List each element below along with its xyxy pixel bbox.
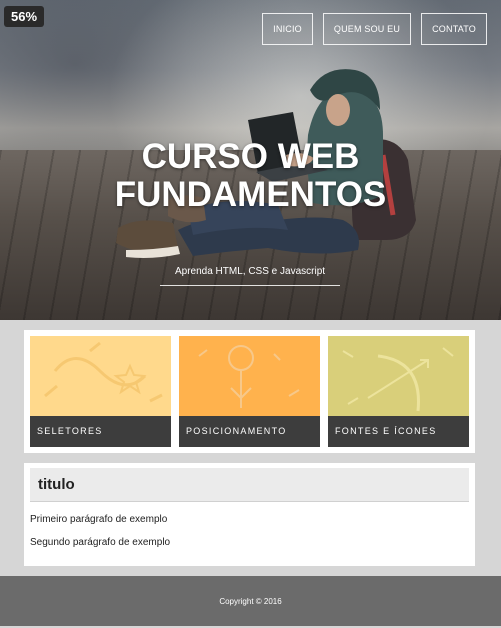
- card-label: POSICIONAMENTO: [179, 416, 320, 447]
- paragraph-2: Segundo parágrafo de exemplo: [30, 537, 171, 548]
- pin-icon: [179, 336, 320, 416]
- hero-banner: 56% INICIO QUEM SOU EU CONTATO CURSO WEB…: [0, 0, 501, 320]
- content-title: titulo: [30, 468, 469, 502]
- hero-title: CURSO WEB FUNDAMENTOS: [0, 138, 501, 214]
- bow-arrow-icon: [328, 336, 469, 416]
- nav-quem-sou-eu-button[interactable]: QUEM SOU EU: [322, 13, 412, 45]
- paragraph-1: Primeiro parágrafo de exemplo: [30, 514, 168, 525]
- cards-section: SELETORES POSICIONAMENTO FONTES E ÍCONES: [24, 330, 475, 453]
- top-nav: INICIO QUEM SOU EU CONTATO: [262, 13, 487, 45]
- star-icon: [30, 336, 171, 416]
- zoom-badge: 56%: [4, 6, 45, 27]
- card-fontes-icones[interactable]: FONTES E ÍCONES: [328, 336, 469, 447]
- nav-contato-button[interactable]: CONTATO: [421, 13, 487, 45]
- card-label: SELETORES: [30, 416, 171, 447]
- card-posicionamento[interactable]: POSICIONAMENTO: [179, 336, 320, 447]
- hero-title-line1: CURSO WEB: [141, 137, 360, 176]
- hero-subtitle: Aprenda HTML, CSS e Javascript: [160, 266, 340, 286]
- card-label: FONTES E ÍCONES: [328, 416, 469, 447]
- hero-title-line2: FUNDAMENTOS: [114, 175, 387, 214]
- nav-inicio-button[interactable]: INICIO: [262, 13, 313, 45]
- card-seletores[interactable]: SELETORES: [30, 336, 171, 447]
- copyright-text: Copyright © 2016: [219, 597, 282, 606]
- content-section: titulo Primeiro parágrafo de exemplo Seg…: [24, 463, 475, 566]
- footer: Copyright © 2016: [0, 576, 501, 626]
